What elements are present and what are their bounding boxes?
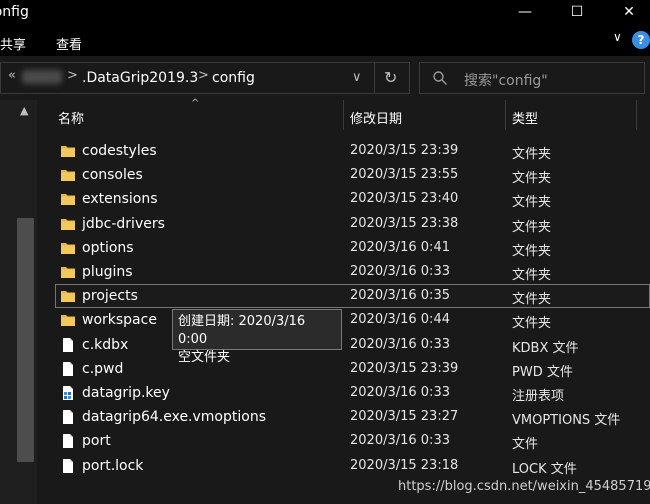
file-name: projects (82, 288, 138, 304)
scroll-up-icon[interactable]: ▲ (20, 104, 28, 117)
breadcrumb-config[interactable]: config (212, 70, 255, 86)
sort-ascending-icon: ^ (191, 98, 200, 109)
search-icon (433, 71, 447, 85)
folder-icon (61, 219, 75, 230)
file-modified-date: 2020/3/15 23:18 (350, 458, 459, 473)
minimize-button[interactable]: — (502, 0, 548, 24)
ribbon-tabs (0, 28, 650, 56)
file-type: 文件夹 (512, 147, 552, 162)
tab-view[interactable]: 查看 (56, 34, 82, 53)
file-type: 文件夹 (512, 292, 552, 307)
close-button[interactable]: ✕ (606, 0, 650, 24)
file-type: 注册表项 (512, 389, 565, 404)
file-name: port.lock (82, 458, 144, 474)
file-modified-date: 2020/3/15 23:55 (350, 167, 459, 182)
file-name: options (82, 240, 134, 256)
file-modified-date: 2020/3/16 0:33 (350, 385, 450, 400)
folder-icon (61, 267, 75, 278)
file-icon (63, 434, 73, 448)
column-header-type[interactable]: 类型 (512, 108, 538, 127)
file-modified-date: 2020/3/15 23:38 (350, 216, 459, 231)
file-name: codestyles (82, 143, 157, 159)
breadcrumb-separator-icon[interactable]: > (67, 68, 78, 83)
file-modified-date: 2020/3/16 0:41 (350, 240, 450, 255)
file-modified-date: 2020/3/15 23:39 (350, 143, 459, 158)
tab-share[interactable]: 共享 (0, 34, 26, 53)
file-name: datagrip64.exe.vmoptions (82, 409, 266, 425)
file-modified-date: 2020/3/15 23:40 (350, 191, 459, 206)
file-name: datagrip.key (82, 385, 170, 401)
column-divider[interactable] (505, 100, 506, 130)
search-input[interactable]: 搜索"config" (464, 70, 548, 90)
file-type: VMOPTIONS 文件 (512, 413, 621, 428)
file-modified-date: 2020/3/16 0:35 (350, 288, 450, 303)
column-divider[interactable] (343, 100, 344, 130)
file-modified-date: 2020/3/16 0:33 (350, 337, 450, 352)
tooltip-created-date: 创建日期: 2020/3/16 0:00 (178, 314, 306, 347)
file-type: 文件夹 (512, 195, 552, 210)
file-icon (63, 459, 73, 473)
folder-icon (61, 194, 75, 205)
column-header-date[interactable]: 修改日期 (350, 108, 402, 127)
file-name: extensions (82, 191, 158, 207)
file-type: LOCK 文件 (512, 462, 577, 477)
refresh-icon[interactable]: ↻ (384, 68, 397, 87)
file-type: 文件 (512, 437, 539, 452)
file-type: KDBX 文件 (512, 341, 579, 356)
ribbon-collapse-icon[interactable]: ∨ (613, 30, 622, 44)
registry-file-icon (63, 386, 73, 400)
breadcrumb-datagrip[interactable]: .DataGrip2019.3 (82, 70, 198, 86)
file-name: port (82, 433, 111, 449)
folder-icon (61, 146, 75, 157)
file-icon (63, 362, 73, 376)
file-name: consoles (82, 167, 143, 183)
address-dropdown-icon[interactable]: ∨ (352, 70, 362, 85)
file-type: 文件夹 (512, 171, 552, 186)
file-name: jdbc-drivers (82, 216, 165, 232)
column-header-name[interactable]: 名称 (58, 108, 84, 127)
help-icon[interactable]: ? (632, 31, 650, 49)
refresh-divider (374, 62, 375, 94)
file-icon (63, 410, 73, 424)
folder-icon (61, 291, 75, 302)
file-type: 文件夹 (512, 220, 552, 235)
breadcrumb-separator-icon[interactable]: > (198, 68, 209, 83)
file-name: workspace (82, 312, 157, 328)
watermark-url: https://blog.csdn.net/weixin_45485719 (398, 479, 650, 494)
tooltip: 创建日期: 2020/3/16 0:00 空文件夹 (172, 309, 342, 365)
file-name: c.kdbx (82, 337, 129, 353)
maximize-button[interactable]: ☐ (554, 0, 600, 24)
file-icon (63, 338, 73, 352)
folder-icon (61, 170, 75, 181)
file-modified-date: 2020/3/16 0:44 (350, 312, 450, 327)
file-modified-date: 2020/3/16 0:33 (350, 433, 450, 448)
blurred-path-segment (22, 70, 62, 84)
folder-icon (61, 315, 75, 326)
title-bar (0, 0, 650, 28)
window-title: config (0, 4, 29, 20)
address-back-icon[interactable]: « (8, 68, 16, 83)
file-modified-date: 2020/3/15 23:39 (350, 361, 459, 376)
folder-icon (61, 243, 75, 254)
file-name: c.pwd (82, 361, 124, 377)
file-type: PWD 文件 (512, 365, 573, 380)
column-divider[interactable] (636, 100, 637, 130)
file-type: 文件夹 (512, 244, 552, 259)
tooltip-empty-folder: 空文件夹 (178, 350, 231, 365)
navigation-scrollbar[interactable] (17, 218, 34, 462)
file-type: 文件夹 (512, 316, 552, 331)
file-type: 文件夹 (512, 268, 552, 283)
file-modified-date: 2020/3/16 0:33 (350, 264, 450, 279)
file-name: plugins (82, 264, 133, 280)
file-modified-date: 2020/3/15 23:27 (350, 409, 459, 424)
